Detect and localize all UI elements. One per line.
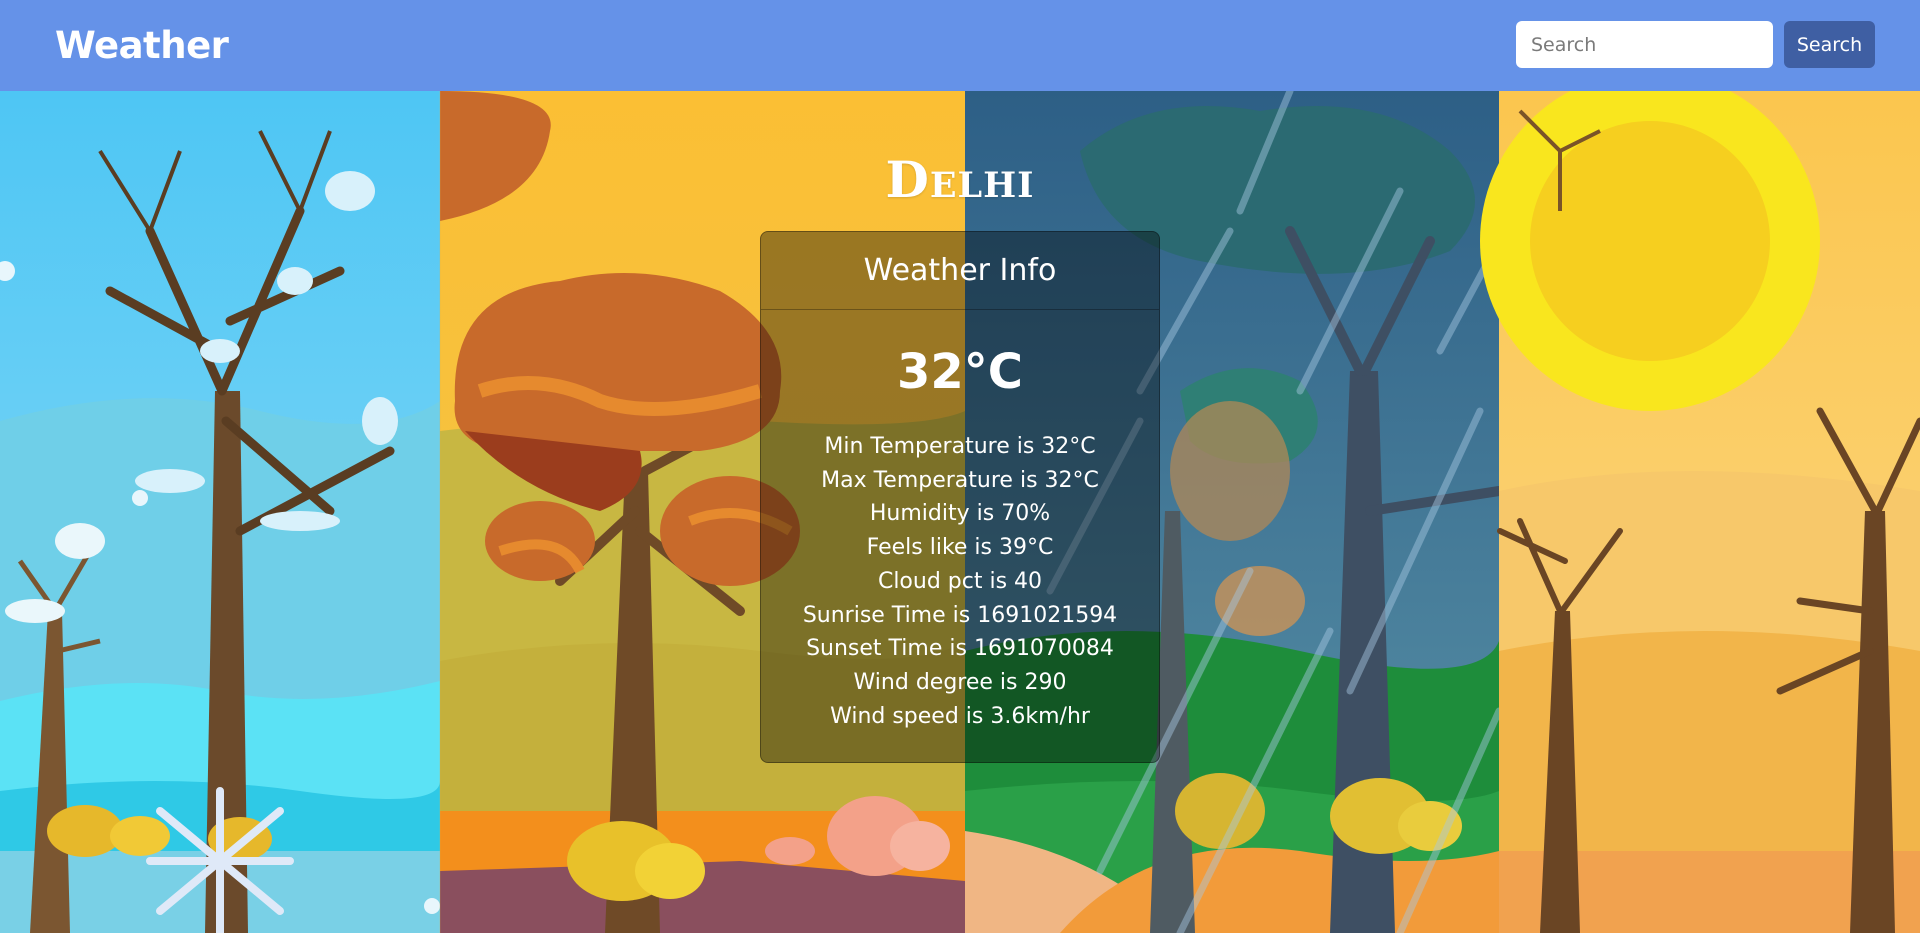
sunset-time: Sunset Time is 1691070084 (806, 636, 1114, 662)
navbar: Weather Search (0, 0, 1920, 91)
winter-panel (0, 91, 440, 933)
wind-speed: Wind speed is 3.6km/hr (830, 703, 1090, 729)
card-header: Weather Info (761, 232, 1159, 310)
summer-panel (1480, 91, 1920, 933)
weather-card: Weather Info 32°C Min Temperature is 32°… (760, 231, 1160, 763)
weather-details: Min Temperature is 32°C Max Temperature … (761, 430, 1159, 733)
search-button[interactable]: Search (1784, 21, 1875, 68)
cloud-pct: Cloud pct is 40 (877, 568, 1043, 594)
wind-degree: Wind degree is 290 (853, 669, 1067, 695)
humidity: Humidity is 70% (869, 501, 1051, 527)
city-name: Delhi (885, 150, 1035, 209)
brand-title[interactable]: Weather (55, 24, 229, 67)
min-temperature: Min Temperature is 32°C (824, 434, 1096, 459)
search-input[interactable] (1516, 21, 1773, 68)
feels-like: Feels like is 39°C (866, 535, 1054, 561)
max-temperature: Max Temperature is 32°C (821, 467, 1099, 493)
temperature: 32°C (896, 344, 1024, 400)
sunrise-time: Sunrise Time is 1691021594 (802, 602, 1118, 628)
